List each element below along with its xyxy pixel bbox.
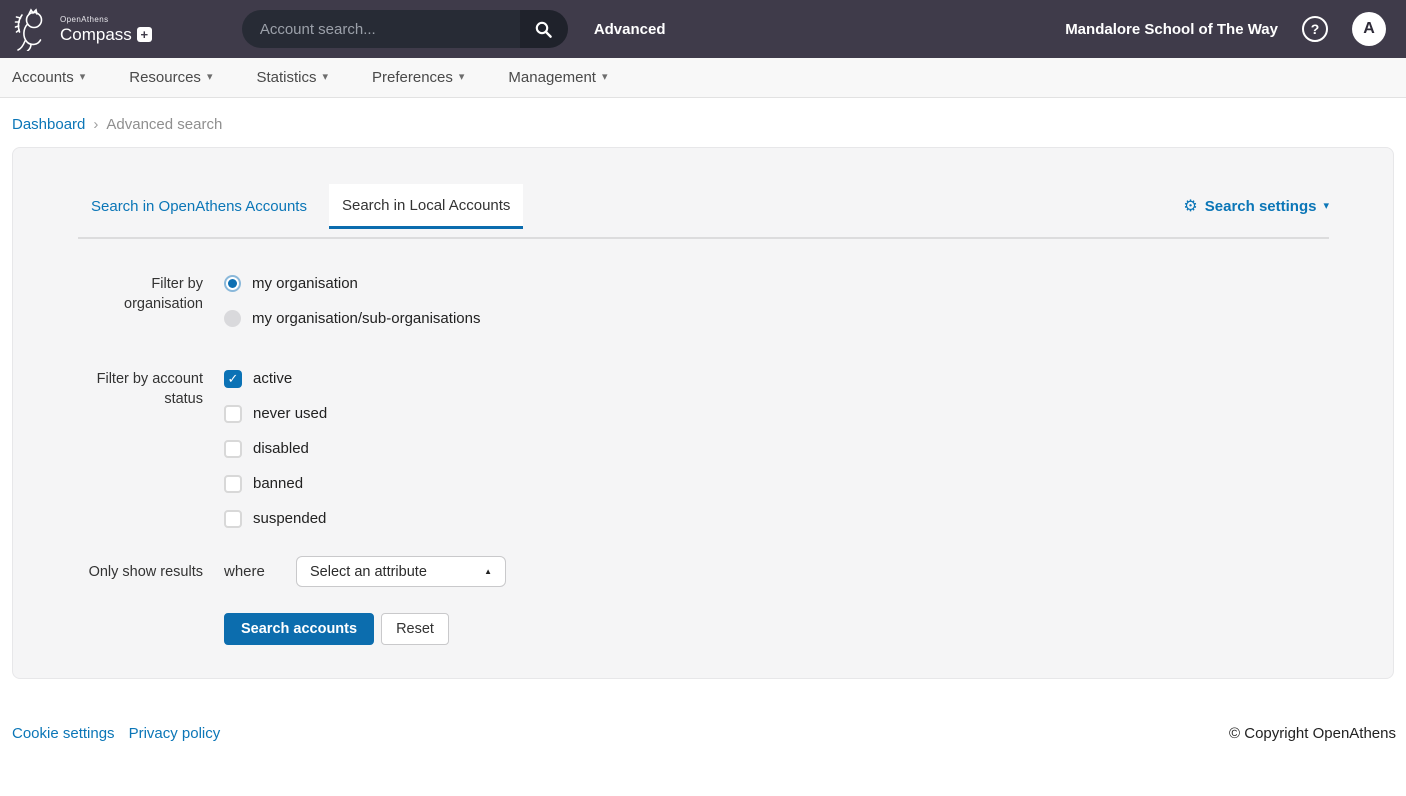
copyright-text: © Copyright OpenAthens [1229, 725, 1396, 742]
breadcrumb-dashboard-link[interactable]: Dashboard [12, 116, 85, 133]
privacy-policy-link[interactable]: Privacy policy [129, 725, 221, 742]
account-search-input[interactable] [242, 10, 520, 48]
search-icon [534, 20, 553, 39]
radio-unselected-icon[interactable] [224, 310, 241, 327]
search-settings-toggle[interactable]: ⚙ Search settings ▾ [1183, 184, 1329, 229]
brand-name-text: Compass [60, 26, 132, 43]
attribute-select-value: Select an attribute [310, 564, 427, 580]
breadcrumb-current: Advanced search [106, 116, 222, 133]
filter-by-organisation-label: Filter by organisation [78, 266, 203, 314]
menu-management[interactable]: Management ▾ [508, 69, 607, 86]
form-buttons: Search accounts Reset [224, 613, 1393, 645]
radio-my-organisation-sub-organisations[interactable]: my organisation/sub-organisations [224, 301, 480, 336]
filter-by-organisation-row: Filter by organisation my organisation m… [78, 266, 1393, 336]
search-submit-button[interactable] [520, 10, 568, 48]
checkbox-checked-icon[interactable]: ✓ [224, 370, 242, 388]
openathens-compass-logo[interactable]: OpenAthens Compass + [12, 7, 152, 51]
advanced-search-panel: Search in OpenAthens Accounts Search in … [12, 147, 1394, 679]
checkbox-unchecked-icon[interactable] [224, 510, 242, 528]
checkbox-suspended[interactable]: suspended [224, 501, 327, 536]
checkbox-banned[interactable]: banned [224, 466, 327, 501]
checkbox-unchecked-icon[interactable] [224, 440, 242, 458]
filter-by-account-status-label: Filter by account status [78, 361, 203, 409]
menu-preferences[interactable]: Preferences ▾ [372, 69, 464, 86]
only-show-results-row: Only show results where Select an attrib… [78, 556, 1393, 587]
chevron-down-icon: ▾ [80, 72, 86, 83]
breadcrumb: Dashboard › Advanced search [0, 98, 1406, 147]
help-icon[interactable]: ? [1302, 16, 1328, 42]
checkbox-active[interactable]: ✓ active [224, 361, 327, 396]
filter-by-account-status-row: Filter by account status ✓ active never … [78, 361, 1393, 536]
account-search-bar [242, 10, 568, 48]
search-accounts-button[interactable]: Search accounts [224, 613, 374, 645]
tabs-divider [78, 237, 1329, 239]
checkbox-unchecked-icon[interactable] [224, 405, 242, 423]
cookie-settings-link[interactable]: Cookie settings [12, 725, 115, 742]
chevron-down-icon: ▾ [459, 72, 465, 83]
chevron-down-icon: ▾ [1323, 201, 1329, 212]
attribute-select[interactable]: Select an attribute ▲ [296, 556, 506, 587]
only-show-results-label: Only show results [78, 562, 203, 582]
search-settings-label: Search settings [1205, 198, 1317, 215]
chevron-up-icon: ▲ [484, 567, 492, 576]
radio-selected-icon[interactable] [224, 275, 241, 292]
page-footer: Cookie settings Privacy policy © Copyrig… [0, 725, 1406, 742]
user-avatar[interactable]: A [1352, 12, 1386, 46]
brand-small-text: OpenAthens [60, 16, 152, 24]
gear-icon: ⚙ [1183, 199, 1197, 215]
menu-statistics[interactable]: Statistics ▾ [256, 69, 328, 86]
main-menubar: Accounts ▾ Resources ▾ Statistics ▾ Pref… [0, 58, 1406, 98]
owl-logo-icon [12, 7, 52, 51]
organisation-name: Mandalore School of The Way [1065, 21, 1278, 38]
chevron-down-icon: ▾ [602, 72, 608, 83]
checkbox-unchecked-icon[interactable] [224, 475, 242, 493]
menu-accounts[interactable]: Accounts ▾ [12, 69, 85, 86]
chevron-down-icon: ▾ [207, 72, 213, 83]
checkbox-never-used[interactable]: never used [224, 396, 327, 431]
tab-local-accounts[interactable]: Search in Local Accounts [329, 184, 523, 229]
tab-openathens-accounts[interactable]: Search in OpenAthens Accounts [78, 184, 320, 229]
plus-badge-icon: + [137, 27, 152, 42]
checkbox-disabled[interactable]: disabled [224, 431, 327, 466]
menu-resources[interactable]: Resources ▾ [129, 69, 212, 86]
breadcrumb-separator-icon: › [93, 116, 98, 133]
advanced-search-link[interactable]: Advanced [594, 21, 666, 38]
reset-button[interactable]: Reset [381, 613, 449, 645]
radio-my-organisation[interactable]: my organisation [224, 266, 480, 301]
where-label: where [224, 563, 276, 580]
top-navbar: OpenAthens Compass + Advanced Mandalore … [0, 0, 1406, 58]
search-tabs: Search in OpenAthens Accounts Search in … [78, 184, 1329, 229]
chevron-down-icon: ▾ [322, 72, 328, 83]
